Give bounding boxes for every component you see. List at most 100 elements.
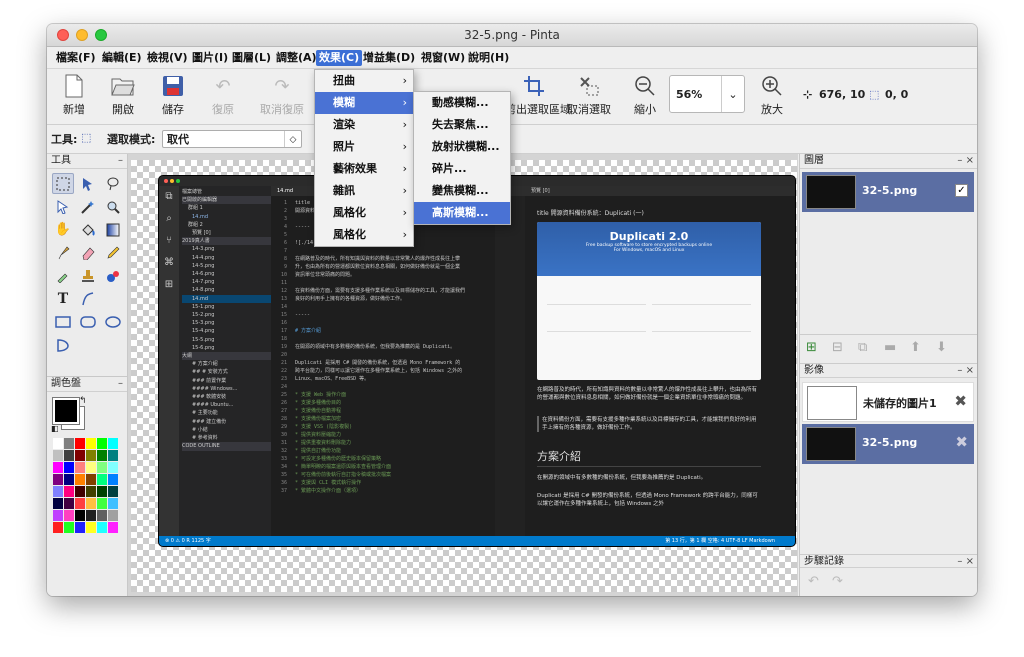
- move-layer-down-icon[interactable]: ⬇: [936, 340, 947, 355]
- menu-help[interactable]: 說明(H): [465, 50, 512, 66]
- paintbrush-tool[interactable]: [52, 242, 74, 263]
- palette-swatch[interactable]: [64, 486, 74, 497]
- add-layer-icon[interactable]: ⊞: [806, 340, 817, 355]
- palette-swatch[interactable]: [64, 438, 74, 449]
- palette-swatch[interactable]: [86, 498, 96, 509]
- blur-zoom[interactable]: 變焦模糊...: [414, 180, 510, 202]
- palette-minimize-button[interactable]: –: [118, 377, 123, 391]
- palette-swatch[interactable]: [75, 522, 85, 533]
- palette-swatch[interactable]: [97, 462, 107, 473]
- palette-swatch[interactable]: [97, 498, 107, 509]
- palette-swatch[interactable]: [97, 510, 107, 521]
- palette-swatch[interactable]: [97, 438, 107, 449]
- palette-swatch[interactable]: [64, 522, 74, 533]
- menu-image[interactable]: 圖片(I): [189, 50, 231, 66]
- palette-swatch[interactable]: [64, 462, 74, 473]
- effects-item-render[interactable]: 渲染 ›: [315, 114, 413, 136]
- palette-swatch[interactable]: [97, 450, 107, 461]
- pencil-tool[interactable]: [102, 242, 124, 263]
- palette-swatch[interactable]: [53, 474, 63, 485]
- palette-swatch[interactable]: [75, 510, 85, 521]
- blur-unfocus[interactable]: 失去聚焦...: [414, 114, 510, 136]
- palette-swatch[interactable]: [75, 438, 85, 449]
- menu-view[interactable]: 檢視(V): [144, 50, 191, 66]
- layers-panel-controls[interactable]: – ×: [957, 154, 974, 168]
- close-image-icon[interactable]: ✖: [955, 433, 968, 451]
- text-tool[interactable]: T: [52, 288, 74, 309]
- menu-addins[interactable]: 增益集(D): [360, 50, 418, 66]
- menu-file[interactable]: 檔案(F): [53, 50, 99, 66]
- layer-item[interactable]: 32-5.png ✓: [802, 172, 974, 212]
- freeform-shape-tool[interactable]: [52, 334, 74, 355]
- history-redo-icon[interactable]: ↷: [832, 574, 843, 589]
- rounded-rectangle-tool[interactable]: [77, 311, 99, 332]
- effects-item-stylize[interactable]: 風格化 ›: [315, 202, 413, 224]
- gradient-tool[interactable]: [102, 219, 124, 240]
- primary-color[interactable]: [52, 397, 80, 425]
- palette-swatch[interactable]: [97, 486, 107, 497]
- palette-swatch[interactable]: [108, 438, 118, 449]
- effects-item-artistic[interactable]: 藝術效果 ›: [315, 158, 413, 180]
- menu-window[interactable]: 視窗(W): [418, 50, 468, 66]
- eraser-tool[interactable]: [77, 242, 99, 263]
- palette-swatch[interactable]: [108, 522, 118, 533]
- pan-tool[interactable]: ✋: [52, 219, 74, 240]
- move-selection-tool[interactable]: [52, 196, 74, 217]
- palette-swatch[interactable]: [86, 450, 96, 461]
- blur-fragment[interactable]: 碎片...: [414, 158, 510, 180]
- image-item-current[interactable]: 32-5.png ✖: [802, 424, 974, 464]
- rectangle-select-tool[interactable]: [52, 173, 74, 194]
- recolor-tool[interactable]: [102, 265, 124, 286]
- move-selected-tool[interactable]: [77, 173, 99, 194]
- images-panel-controls[interactable]: – ×: [957, 364, 974, 378]
- palette-swatch[interactable]: [53, 486, 63, 497]
- close-image-icon[interactable]: ✖: [954, 392, 967, 410]
- paint-bucket-tool[interactable]: [77, 219, 99, 240]
- menu-layers[interactable]: 圖層(L): [229, 50, 274, 66]
- palette-swatch[interactable]: [75, 462, 85, 473]
- deselect-button[interactable]: 取消選取: [561, 71, 617, 117]
- zoom-tool[interactable]: [102, 196, 124, 217]
- chevron-down-icon[interactable]: ⌄: [721, 76, 744, 112]
- merge-layer-icon[interactable]: ▬: [884, 340, 896, 355]
- clone-stamp-tool[interactable]: [77, 265, 99, 286]
- palette-swatch[interactable]: [108, 510, 118, 521]
- palette-swatch[interactable]: [53, 438, 63, 449]
- palette-swatch[interactable]: [86, 462, 96, 473]
- palette-swatch[interactable]: [86, 510, 96, 521]
- select-mode-combo[interactable]: 取代 ◇: [162, 130, 302, 148]
- palette-swatch[interactable]: [53, 510, 63, 521]
- open-button[interactable]: 開啟: [98, 71, 148, 117]
- palette-swatch[interactable]: [97, 474, 107, 485]
- zoom-out-button[interactable]: 縮小: [620, 71, 670, 117]
- menu-effects[interactable]: 效果(C): [316, 50, 363, 66]
- palette-swatch[interactable]: [86, 486, 96, 497]
- palette-swatch[interactable]: [86, 438, 96, 449]
- effects-item-stylize-2[interactable]: 風格化 ›: [315, 224, 413, 246]
- chevron-updown-icon[interactable]: ◇: [284, 131, 301, 147]
- image-item-unsaved[interactable]: 未儲存的圖片1 ✖: [802, 382, 974, 422]
- palette-swatch[interactable]: [75, 474, 85, 485]
- palette-swatch[interactable]: [75, 498, 85, 509]
- crop-to-selection-button[interactable]: 裁剪出選取區域: [494, 71, 571, 117]
- palette-swatch[interactable]: [86, 522, 96, 533]
- line-curve-tool[interactable]: [77, 288, 99, 309]
- palette-swatch[interactable]: [64, 498, 74, 509]
- new-button[interactable]: 新增: [49, 71, 99, 117]
- palette-swatch[interactable]: [86, 474, 96, 485]
- palette-swatch[interactable]: [64, 510, 74, 521]
- palette-swatch[interactable]: [97, 522, 107, 533]
- undo-button[interactable]: ↶ 復原: [198, 71, 248, 117]
- palette-swatch[interactable]: [108, 474, 118, 485]
- history-undo-icon[interactable]: ↶: [808, 574, 819, 589]
- ellipse-tool[interactable]: [102, 311, 124, 332]
- blur-gaussian[interactable]: 高斯模糊...: [414, 202, 510, 224]
- reset-colors-icon[interactable]: ◧: [51, 424, 59, 433]
- palette-swatch[interactable]: [53, 522, 63, 533]
- palette-swatch[interactable]: [53, 462, 63, 473]
- menu-adjustments[interactable]: 調整(A): [273, 50, 320, 66]
- zoom-in-button[interactable]: 放大: [747, 71, 797, 117]
- layer-visibility-checkbox[interactable]: ✓: [955, 184, 968, 197]
- effects-item-noise[interactable]: 雜訊 ›: [315, 180, 413, 202]
- palette-swatch[interactable]: [53, 498, 63, 509]
